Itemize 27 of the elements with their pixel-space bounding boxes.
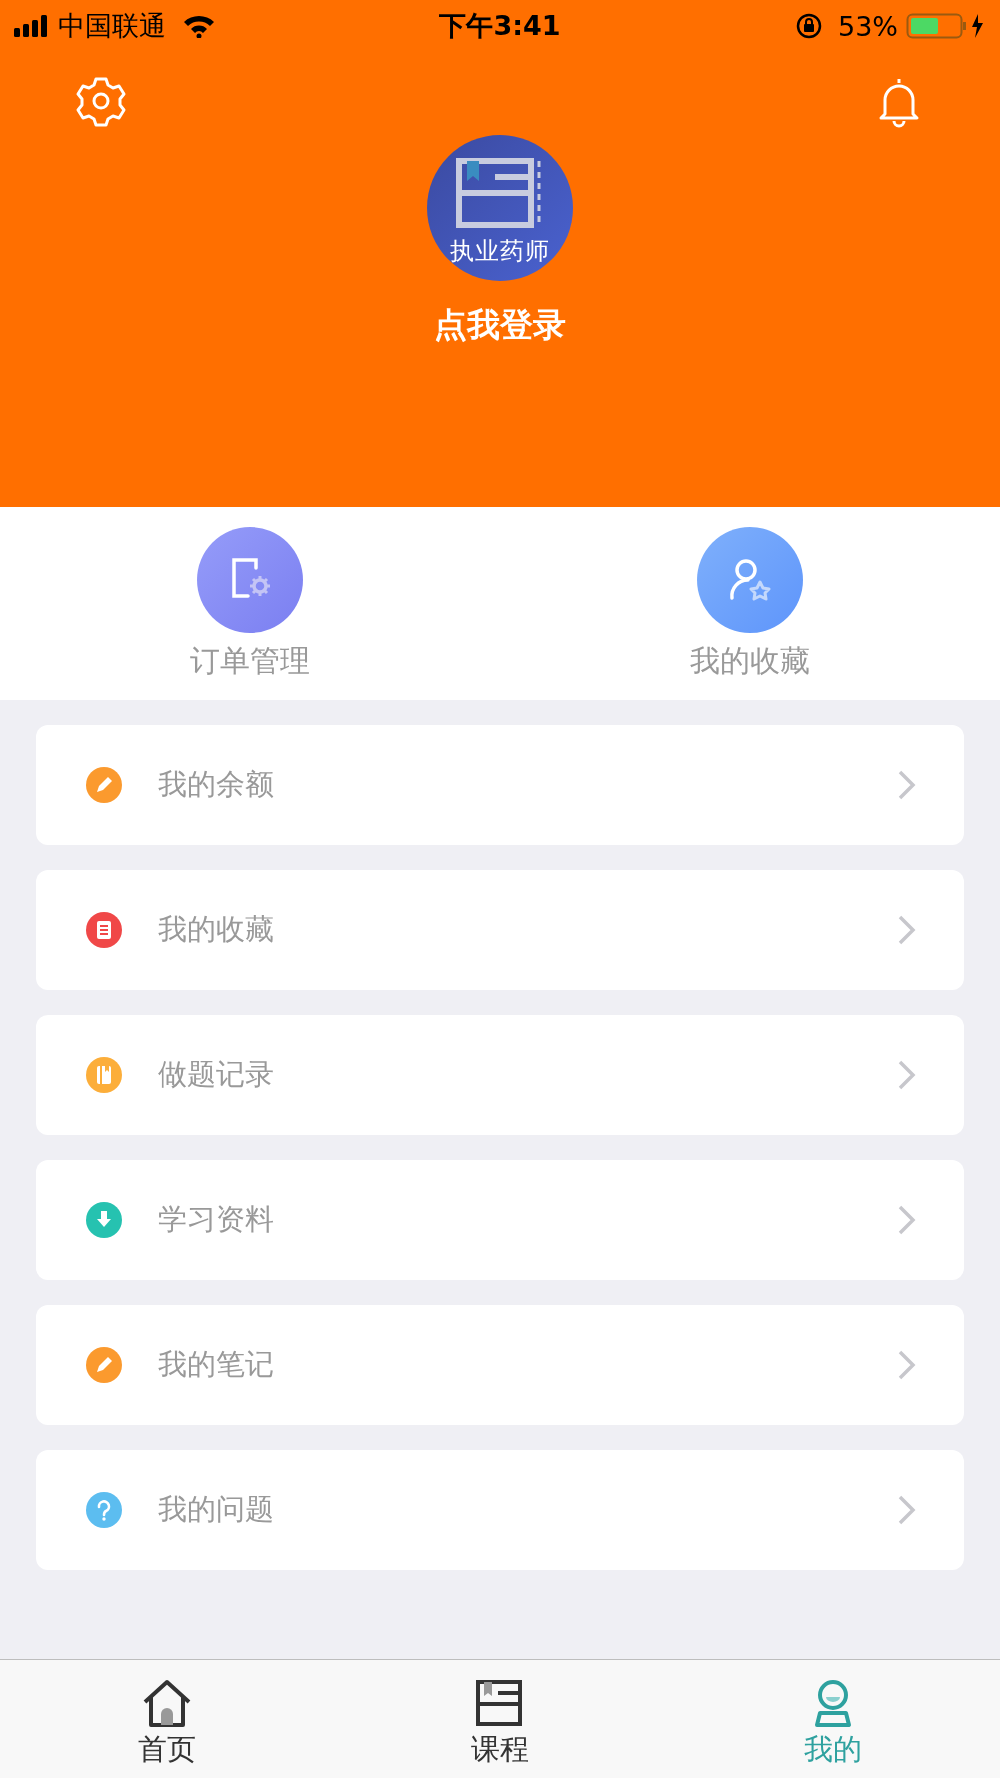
rotation-lock-icon [796,13,822,39]
avatar-logo[interactable]: 执业药师 [427,135,573,281]
menu-row[interactable]: 我的问题 [36,1450,964,1570]
menu-row[interactable]: 我的收藏 [36,870,964,990]
chevron-right-icon [896,1058,918,1092]
signal-icon [14,15,50,37]
chevron-right-icon [896,1203,918,1237]
clock-time: 下午3:41 [439,9,561,43]
chevron-right-icon [896,1493,918,1527]
carrier-name: 中国联通 [58,9,166,43]
wifi-icon [182,14,216,38]
menu-row[interactable]: 我的笔记 [36,1305,964,1425]
avatar-caption: 执业药师 [450,236,550,267]
chevron-right-icon [896,1348,918,1382]
menu-row[interactable]: 做题记录 [36,1015,964,1135]
shortcut-button[interactable]: 我的收藏 [500,507,1000,700]
menu-row[interactable]: 学习资料 [36,1160,964,1280]
tab[interactable]: 课程 [333,1660,667,1778]
login-link[interactable]: 点我登录 [434,303,566,348]
shortcut-button[interactable]: 订单管理 [0,507,500,700]
tab[interactable]: 我的 [666,1660,1000,1778]
battery-percent: 53% [838,10,898,42]
chevron-right-icon [896,913,918,947]
battery-icon [906,13,986,39]
chevron-right-icon [896,768,918,802]
tab[interactable]: 首页 [0,1660,334,1778]
menu-row[interactable]: 我的余额 [36,725,964,845]
